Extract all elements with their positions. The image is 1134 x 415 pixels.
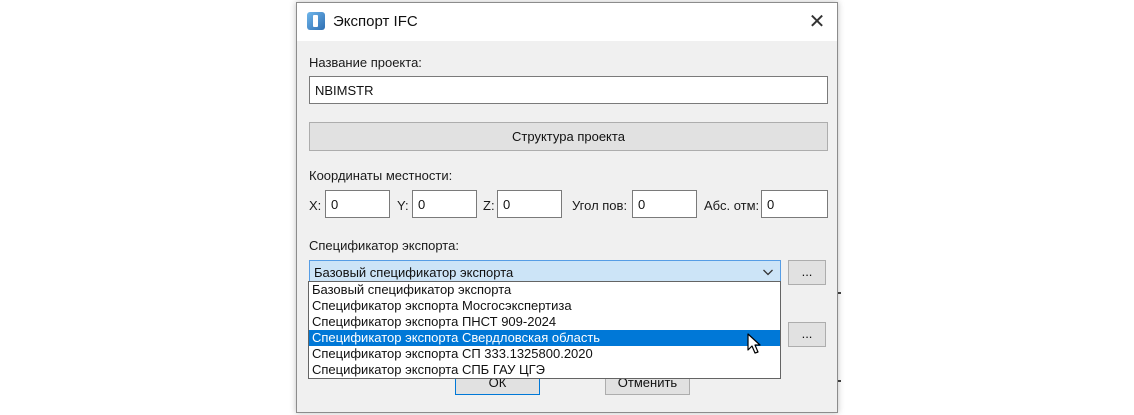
y-coordinate-input[interactable]: [412, 190, 477, 218]
rotation-angle-input[interactable]: [632, 190, 697, 218]
rotation-angle-label: Угол пов:: [572, 198, 628, 213]
export-specifier-label: Спецификатор экспорта:: [309, 238, 459, 253]
absolute-elevation-label: Абс. отм:: [704, 198, 760, 213]
project-name-label: Название проекта:: [309, 55, 422, 70]
dropdown-option[interactable]: Спецификатор экспорта Мосгосэкспертиза: [309, 298, 780, 314]
x-coordinate-input[interactable]: [325, 190, 390, 218]
z-label: Z:: [483, 198, 495, 213]
dropdown-option[interactable]: Спецификатор экспорта ПНСТ 909-2024: [309, 314, 780, 330]
project-name-input[interactable]: [309, 76, 828, 104]
dropdown-option[interactable]: Спецификатор экспорта СПБ ГАУ ЦГЭ: [309, 362, 780, 378]
title-bar[interactable]: Экспорт IFC ✕: [297, 3, 837, 41]
browse-specifier-button[interactable]: ...: [788, 260, 826, 285]
background-mark: [838, 380, 841, 382]
x-label: X:: [309, 198, 322, 213]
y-label: Y:: [397, 198, 409, 213]
dropdown-option[interactable]: Спецификатор экспорта СП 333.1325800.202…: [309, 346, 780, 362]
absolute-elevation-input[interactable]: [761, 190, 828, 218]
export-specifier-dropdown-list: Базовый спецификатор экспорта Спецификат…: [308, 281, 781, 379]
close-icon[interactable]: ✕: [803, 9, 831, 35]
dropdown-option[interactable]: Базовый спецификатор экспорта: [309, 282, 780, 298]
dropdown-option-highlighted[interactable]: Спецификатор экспорта Свердловская облас…: [309, 330, 780, 346]
export-specifier-selected-value: Базовый спецификатор экспорта: [314, 265, 514, 280]
project-structure-button[interactable]: Структура проекта: [309, 122, 828, 151]
background-mark: [838, 292, 841, 294]
second-browse-button[interactable]: ...: [788, 322, 826, 347]
dialog-title: Экспорт IFC: [333, 13, 418, 30]
coordinates-label: Координаты местности:: [309, 168, 453, 183]
z-coordinate-input[interactable]: [497, 190, 562, 218]
ifc-export-app-icon: [307, 12, 325, 30]
chevron-down-icon[interactable]: [762, 266, 774, 278]
mouse-pointer-icon: [747, 333, 761, 354]
